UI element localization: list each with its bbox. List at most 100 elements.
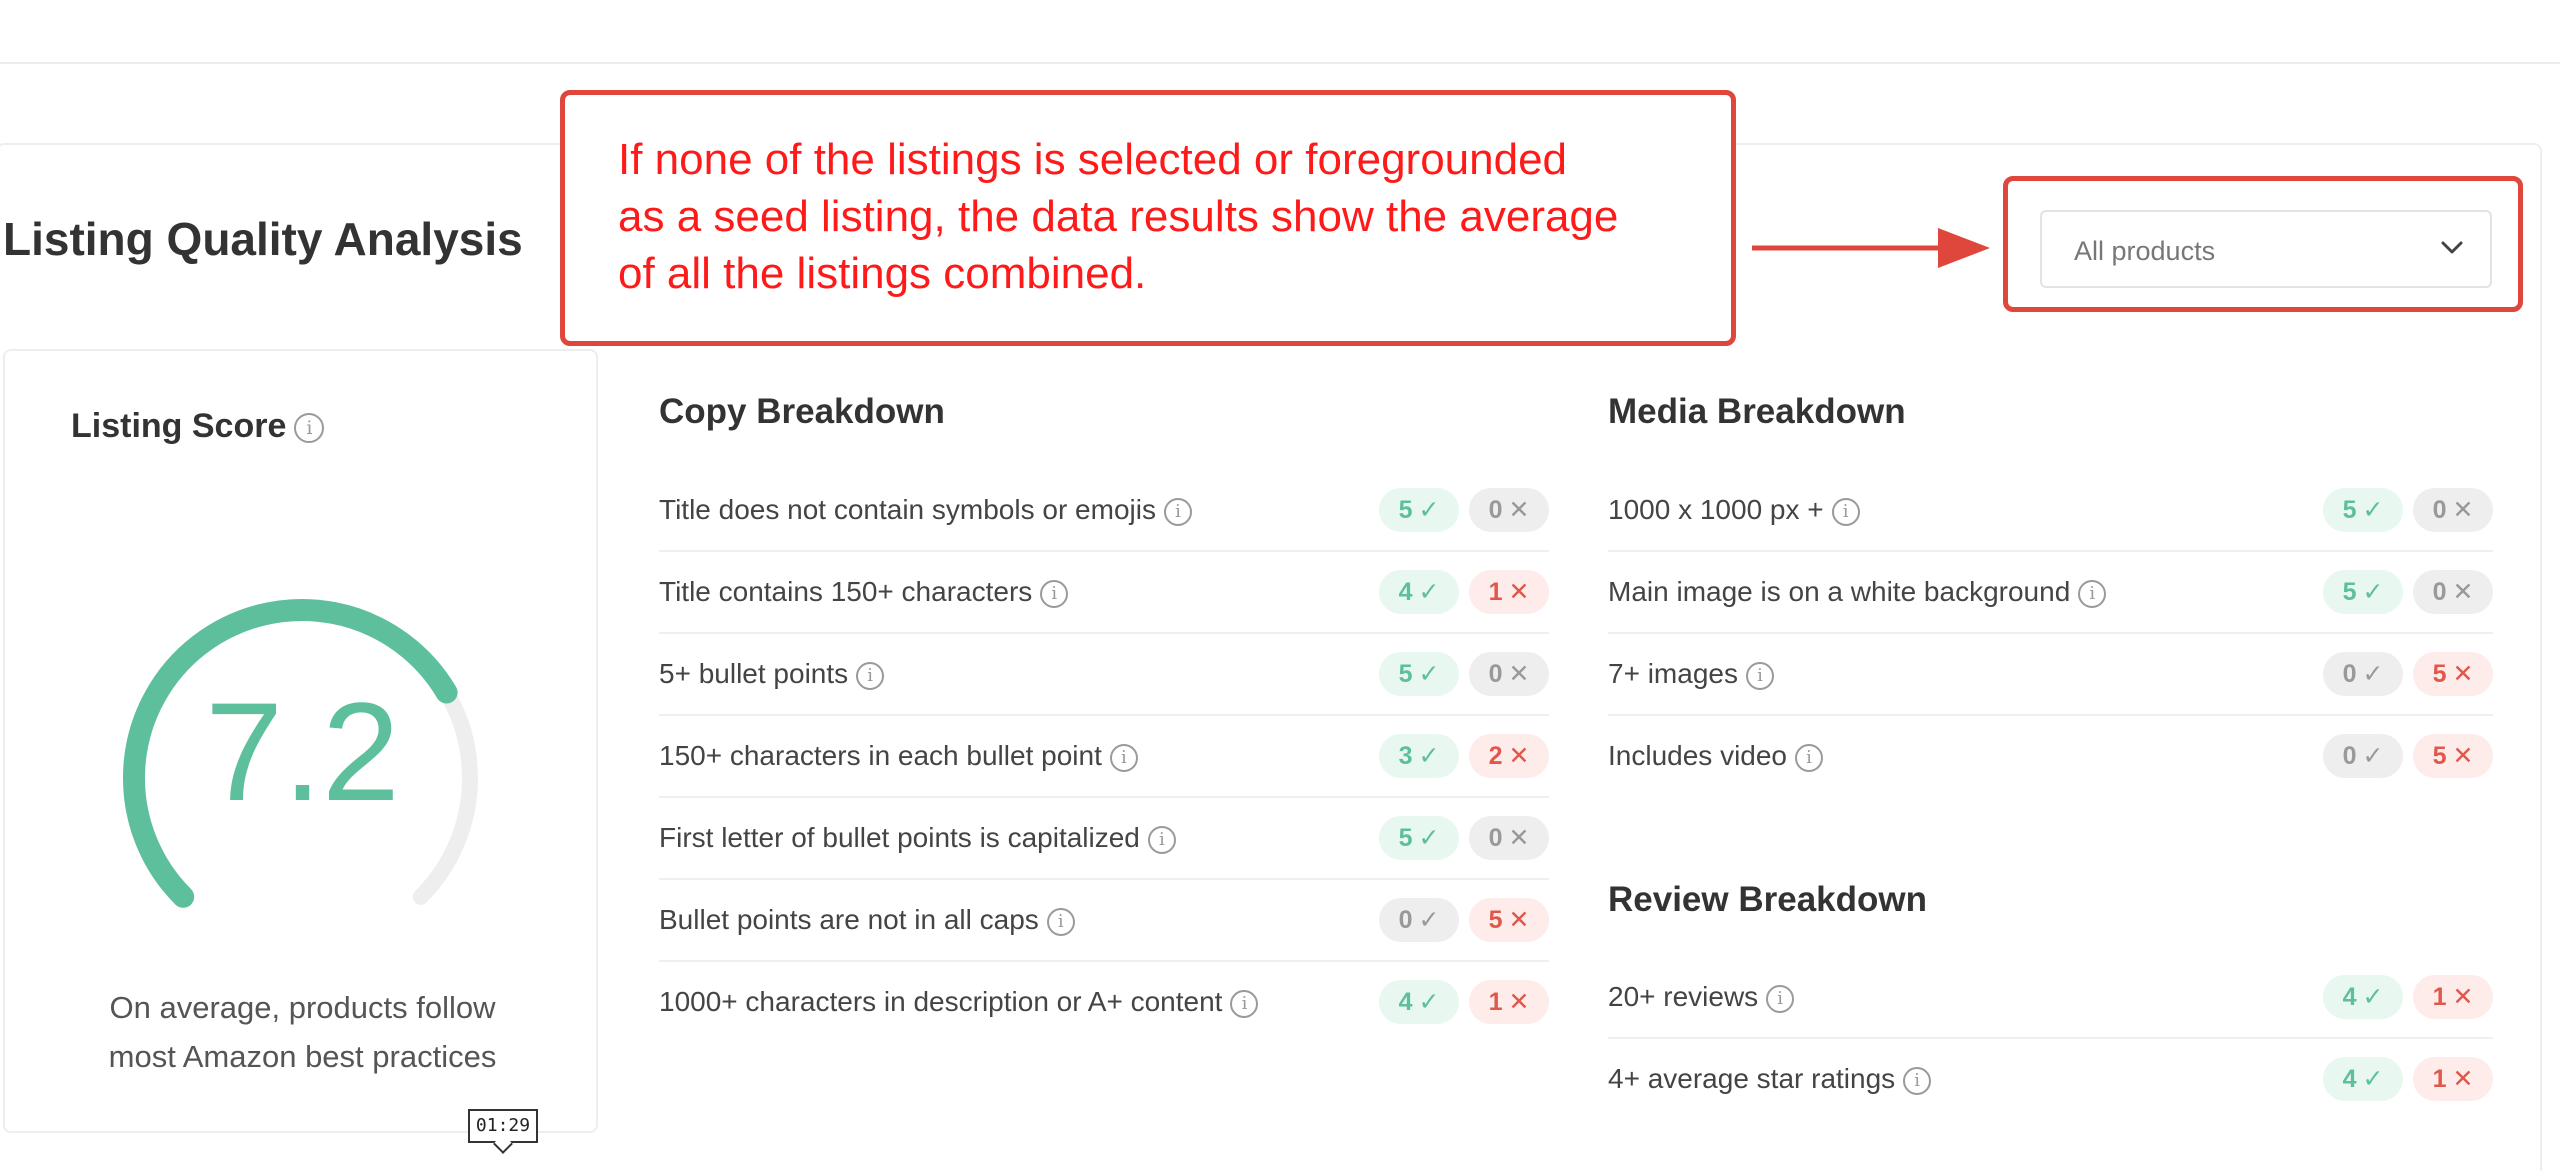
cross-icon: ✕ <box>1508 660 1530 688</box>
criterion-label: 7+ images <box>1608 658 1738 689</box>
pass-count: 4 <box>2342 983 2357 1011</box>
check-icon: ✓ <box>1418 660 1440 688</box>
info-icon[interactable]: i <box>1046 907 1075 936</box>
info-icon[interactable]: i <box>294 413 325 444</box>
pass-count: 0 <box>1398 906 1413 934</box>
fail-count: 1 <box>1488 578 1503 606</box>
check-icon: ✓ <box>2362 578 2384 606</box>
info-icon[interactable]: i <box>1040 579 1069 608</box>
breakdown-row-label: First letter of bullet points is capital… <box>659 822 1176 854</box>
fail-count: 5 <box>1488 906 1503 934</box>
info-icon[interactable]: i <box>1163 497 1192 526</box>
pass-count: 0 <box>2342 660 2357 688</box>
video-timestamp: 01:29 <box>468 1109 538 1143</box>
fail-count-badge: 1 ✕ <box>2413 1057 2493 1101</box>
cross-icon: ✕ <box>1508 496 1530 524</box>
pass-count: 4 <box>1398 988 1413 1016</box>
fail-count: 5 <box>2432 742 2447 770</box>
cross-icon: ✕ <box>2452 742 2474 770</box>
info-icon[interactable]: i <box>856 661 885 690</box>
breakdown-row: 20+ reviews i 4 ✓ 1 ✕ <box>1608 957 2493 1039</box>
score-caption-line: On average, products follow <box>109 990 496 1025</box>
top-divider <box>0 62 2560 64</box>
info-icon[interactable]: i <box>1230 989 1259 1018</box>
pass-count-badge: 5 ✓ <box>2323 488 2403 532</box>
pass-count-badge: 4 ✓ <box>2323 975 2403 1019</box>
breakdown-row: Main image is on a white background i 5 ✓ 0 ✕ <box>1608 552 2493 634</box>
info-icon[interactable]: i <box>1795 743 1824 772</box>
pass-count: 5 <box>1398 496 1413 524</box>
annotation-callout: If none of the listings is selected or f… <box>560 90 1736 346</box>
media-breakdown-title: Media Breakdown <box>1608 392 1906 431</box>
info-icon[interactable]: i <box>1109 743 1138 772</box>
fail-count: 1 <box>1488 988 1503 1016</box>
fail-count-badge: 5 ✕ <box>2413 652 2493 696</box>
fail-count: 0 <box>1488 496 1503 524</box>
copy-breakdown-title: Copy Breakdown <box>659 392 945 431</box>
media-breakdown-list: 1000 x 1000 px + i 5 ✓ 0 ✕ Main image is on a … <box>1608 470 2493 798</box>
check-icon: ✓ <box>2362 1065 2384 1093</box>
criterion-label: Main image is on a white background <box>1608 576 2071 607</box>
info-icon[interactable]: i <box>2078 579 2107 608</box>
fail-count-badge: 0 ✕ <box>1469 816 1549 860</box>
breakdown-row: Includes video i 0 ✓ 5 ✕ <box>1608 716 2493 798</box>
cross-icon: ✕ <box>2452 496 2474 524</box>
check-icon: ✓ <box>1418 906 1440 934</box>
listing-score-card: Listing Score i 7.2 On average, products … <box>3 349 598 1133</box>
product-select[interactable]: All products <box>2040 210 2492 288</box>
info-icon[interactable]: i <box>1831 497 1860 526</box>
breakdown-row: Title contains 150+ characters i 4 ✓ 1 ✕ <box>659 552 1549 634</box>
breakdown-row: 150+ characters in each bullet point i 3 ✓ 2… <box>659 716 1549 798</box>
fail-count: 0 <box>2432 496 2447 524</box>
info-icon[interactable]: i <box>1766 984 1795 1013</box>
criterion-label: 20+ reviews <box>1608 981 1759 1012</box>
breakdown-row: Bullet points are not in all caps i 0 ✓ 5 ✕ <box>659 880 1549 962</box>
breakdown-row-label: Main image is on a white background i <box>1608 576 2107 608</box>
pass-count: 5 <box>2342 496 2357 524</box>
listing-score-title: Listing Score i <box>71 407 325 446</box>
annotation-arrow <box>1752 228 1990 268</box>
check-icon: ✓ <box>1418 496 1440 524</box>
criterion-label: Title contains 150+ characters <box>659 576 1033 607</box>
fail-count-badge: 0 ✕ <box>1469 488 1549 532</box>
breakdown-row: 5+ bullet points i 5 ✓ 0 ✕ <box>659 634 1549 716</box>
pass-count-badge: 0 ✓ <box>2323 652 2403 696</box>
check-icon: ✓ <box>2362 496 2384 524</box>
fail-count-badge: 1 ✕ <box>2413 975 2493 1019</box>
check-icon: ✓ <box>1418 824 1440 852</box>
criterion-label: 150+ characters in each bullet point <box>659 740 1102 771</box>
info-icon[interactable]: i <box>1903 1066 1932 1095</box>
product-select-value: All products <box>2074 236 2216 266</box>
breakdown-row: Title does not contain symbols or emojis… <box>659 470 1549 552</box>
review-breakdown-list: 20+ reviews i 4 ✓ 1 ✕ 4+ average star ratings i… <box>1608 957 2493 1121</box>
criterion-label: 1000 x 1000 px + <box>1608 494 1824 525</box>
breakdown-row: First letter of bullet points is capital… <box>659 798 1549 880</box>
criterion-label: Bullet points are not in all caps <box>659 904 1039 935</box>
cross-icon: ✕ <box>2452 660 2474 688</box>
annotation-line: of all the listings combined. <box>618 249 1147 298</box>
criterion-label: 5+ bullet points <box>659 658 849 689</box>
score-value: 7.2 <box>205 673 400 830</box>
annotation-line: If none of the listings is selected or f… <box>618 135 1568 184</box>
pass-count: 5 <box>1398 660 1413 688</box>
info-icon[interactable]: i <box>1147 825 1176 854</box>
info-icon[interactable]: i <box>1745 661 1774 690</box>
breakdown-row: 1000+ characters in description or A+ co… <box>659 962 1549 1044</box>
breakdown-row-label: 4+ average star ratings i <box>1608 1063 1932 1095</box>
check-icon: ✓ <box>2362 660 2384 688</box>
pass-count: 4 <box>1398 578 1413 606</box>
breakdown-row-label: Title contains 150+ characters i <box>659 576 1069 608</box>
pass-count-badge: 5 ✓ <box>1379 652 1459 696</box>
fail-count: 1 <box>2432 983 2447 1011</box>
fail-count: 2 <box>1488 742 1503 770</box>
cross-icon: ✕ <box>1508 578 1530 606</box>
fail-count-badge: 1 ✕ <box>1469 980 1549 1024</box>
pass-count-badge: 4 ✓ <box>2323 1057 2403 1101</box>
pass-count: 3 <box>1398 742 1413 770</box>
fail-count: 0 <box>1488 660 1503 688</box>
fail-count-badge: 5 ✕ <box>1469 898 1549 942</box>
cross-icon: ✕ <box>2452 1065 2474 1093</box>
pass-count-badge: 5 ✓ <box>1379 488 1459 532</box>
fail-count: 0 <box>2432 578 2447 606</box>
annotation-text: If none of the listings is selected or f… <box>618 131 1718 302</box>
